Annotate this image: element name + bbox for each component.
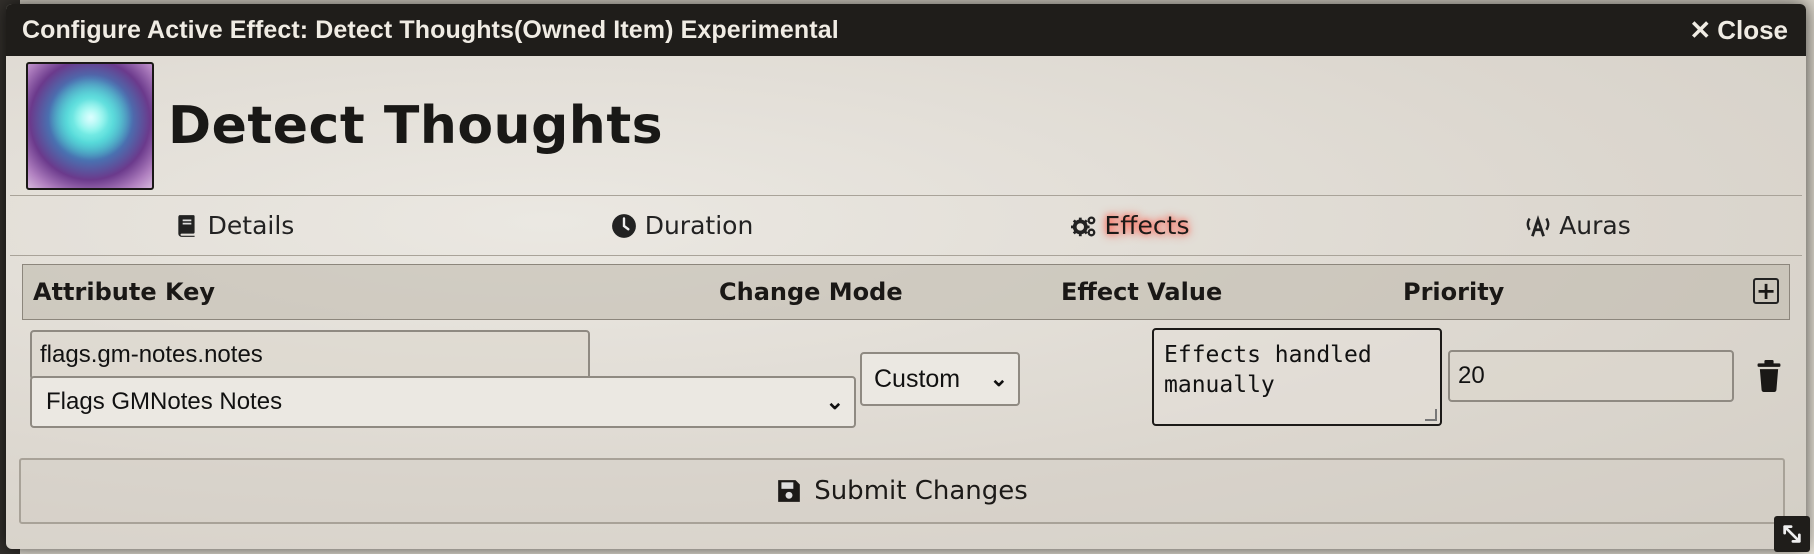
window-title: Configure Active Effect: Detect Thoughts… <box>22 15 839 44</box>
close-label: Close <box>1717 14 1788 45</box>
plus-square-icon: + <box>1755 277 1777 305</box>
header-change-mode: Change Mode <box>719 278 903 306</box>
broadcast-icon <box>1526 214 1550 237</box>
clock-icon <box>611 213 636 238</box>
chevron-down-icon: ⌄ <box>989 366 1008 391</box>
priority-input[interactable]: 20 <box>1448 350 1734 402</box>
tab-duration[interactable]: Duration <box>458 211 906 240</box>
tab-label: Details <box>207 211 295 240</box>
tab-auras[interactable]: Auras <box>1354 211 1802 240</box>
book-icon <box>177 214 195 237</box>
attribute-key-select-value: Flags GMNotes Notes <box>46 388 283 415</box>
change-mode-value: Custom <box>874 364 961 393</box>
header-attribute-key: Attribute Key <box>33 278 216 306</box>
resize-icon <box>1783 525 1801 543</box>
attribute-key-select[interactable]: Flags GMNotes Notes ⌄ <box>30 376 856 428</box>
tab-label: Auras <box>1559 211 1631 240</box>
change-row: flags.gm-notes.notes Flags GMNotes Notes… <box>22 320 1790 432</box>
effect-name[interactable]: Detect Thoughts <box>168 96 663 156</box>
effect-value-textarea[interactable]: Effects handled manually <box>1152 328 1442 426</box>
tab-label: Effects <box>1104 211 1190 240</box>
tab-effects[interactable]: Effects <box>906 211 1354 240</box>
effect-icon-image[interactable] <box>26 61 154 190</box>
header-priority: Priority <box>1403 278 1505 306</box>
submit-label: Submit Changes <box>814 476 1028 506</box>
tab-label: Duration <box>644 211 754 240</box>
header-effect-value: Effect Value <box>1061 278 1223 306</box>
close-button[interactable]: ✕ Close <box>1689 15 1788 46</box>
attribute-key-input[interactable]: flags.gm-notes.notes <box>30 330 590 380</box>
tab-details[interactable]: Details <box>10 211 458 240</box>
window-titlebar[interactable]: Configure Active Effect: Detect Thoughts… <box>6 4 1806 56</box>
add-change-button[interactable]: + <box>1753 278 1779 304</box>
submit-changes-button[interactable]: Submit Changes <box>19 458 1785 524</box>
save-icon <box>778 480 801 502</box>
close-icon: ✕ <box>1689 14 1712 45</box>
chevron-down-icon: ⌄ <box>825 389 844 414</box>
window-resize-handle[interactable] <box>1774 516 1810 552</box>
change-mode-select[interactable]: Custom ⌄ <box>860 352 1020 406</box>
effect-header: Detect Thoughts <box>10 56 1802 196</box>
sheet-tabs: Details Duration Effects Auras <box>10 196 1802 256</box>
trash-icon[interactable] <box>1755 360 1783 392</box>
cogs-icon <box>1070 215 1095 236</box>
changes-list-header: Attribute Key Change Mode Effect Value P… <box>22 264 1790 320</box>
